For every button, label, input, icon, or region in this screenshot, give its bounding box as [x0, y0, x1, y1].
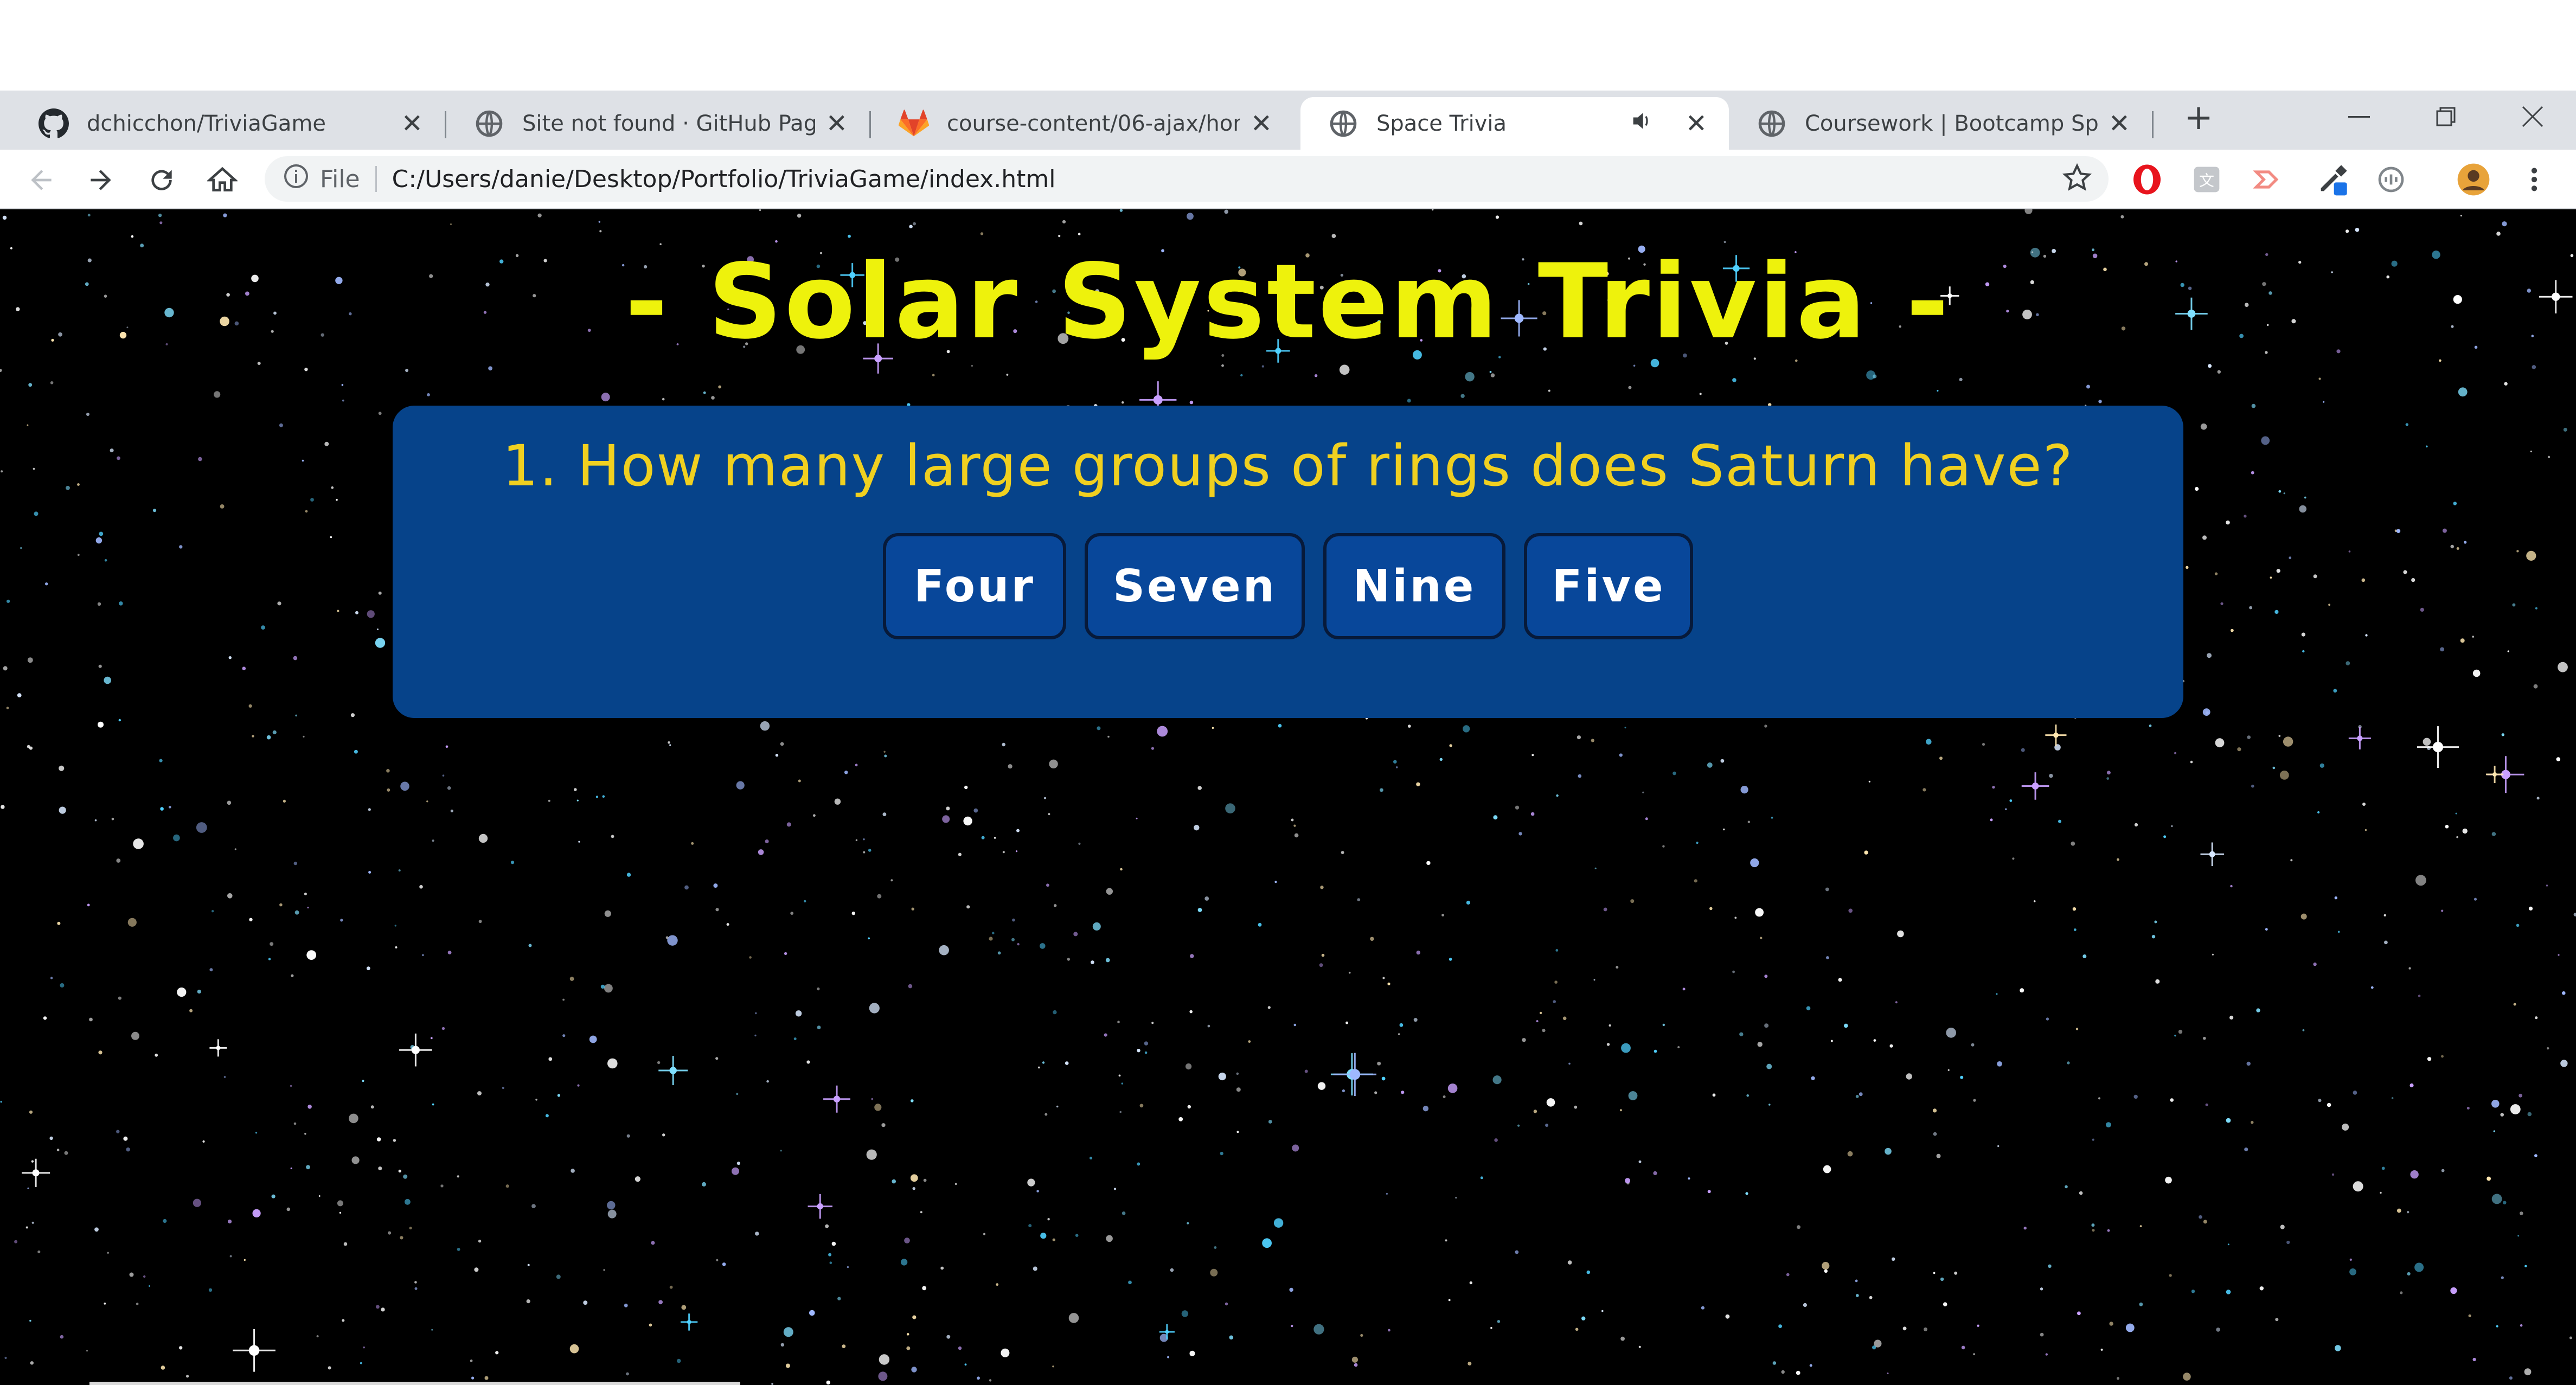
screenshot-margin [0, 0, 2576, 91]
answer-group: Four Seven Nine Five [393, 533, 2183, 642]
translate-extension-icon[interactable]: 文 [2189, 162, 2225, 197]
address-divider [375, 166, 377, 192]
answer-button-five[interactable]: Five [1524, 533, 1693, 639]
scheme-label: File [320, 165, 360, 193]
svg-text:文: 文 [2199, 172, 2214, 190]
github-icon [38, 108, 69, 139]
tab-title: course-content/06-ajax/home [947, 111, 1240, 136]
question-text: 1. How many large groups of rings does S… [502, 433, 2074, 499]
tab-separator [2152, 111, 2154, 138]
home-button[interactable] [201, 158, 244, 202]
question-card: 1. How many large groups of rings does S… [393, 406, 2183, 718]
starfield-background [0, 209, 2576, 1385]
back-button[interactable] [20, 158, 63, 202]
url-text[interactable]: C:/Users/danie/Desktop/Portfolio/TriviaG… [392, 165, 1056, 193]
speaker-icon[interactable] [1631, 111, 1653, 136]
tab-course-content[interactable]: course-content/06-ajax/home ✕ [871, 97, 1294, 150]
close-icon[interactable]: ✕ [1251, 108, 1272, 139]
tab-title: Site not found · GitHub Pages [522, 111, 815, 136]
tab-title: dchicchon/TriviaGame [87, 111, 326, 136]
answer-button-seven[interactable]: Seven [1085, 533, 1305, 639]
answer-button-four[interactable]: Four [883, 533, 1066, 639]
close-icon[interactable]: ✕ [401, 108, 423, 139]
new-tab-button[interactable]: + [2177, 96, 2220, 139]
browser-toolbar: File C:/Users/danie/Desktop/Portfolio/Tr… [0, 150, 2576, 209]
address-bar[interactable]: File C:/Users/danie/Desktop/Portfolio/Tr… [265, 156, 2109, 202]
forward-button[interactable] [79, 158, 123, 202]
reload-button[interactable] [140, 158, 183, 202]
browser-menu-icon[interactable] [2516, 162, 2552, 197]
tab-space-trivia[interactable]: Space Trivia ✕ [1300, 97, 1729, 150]
globe-icon [1328, 108, 1359, 139]
page-viewport: - Solar System Trivia - 1. How many larg… [0, 209, 2576, 1385]
close-window-button[interactable] [2505, 95, 2560, 138]
tab-title: Space Trivia [1376, 111, 1507, 136]
opera-extension-icon[interactable] [2129, 162, 2165, 197]
close-icon[interactable]: ✕ [826, 108, 848, 139]
tab-title: Coursework | Bootcamp Spot [1805, 111, 2098, 136]
horizontal-scrollbar[interactable] [89, 1382, 740, 1385]
cast-extension-icon[interactable] [2248, 162, 2284, 197]
answer-button-nine[interactable]: Nine [1323, 533, 1505, 639]
circle-extension-icon[interactable] [2373, 162, 2409, 197]
bookmark-star-icon[interactable] [2062, 163, 2092, 199]
profile-avatar[interactable] [2456, 162, 2491, 197]
globe-icon [473, 108, 505, 139]
eyedropper-extension-icon[interactable] [2315, 162, 2350, 197]
gitlab-icon [898, 108, 930, 139]
close-icon[interactable]: ✕ [2109, 108, 2130, 139]
page-title: - Solar System Trivia - [625, 242, 1951, 362]
globe-icon [1756, 108, 1787, 139]
tab-trivia-repo[interactable]: dchicchon/TriviaGame ✕ [11, 97, 445, 150]
tab-site-not-found[interactable]: Site not found · GitHub Pages ✕ [446, 97, 869, 150]
close-icon[interactable]: ✕ [1686, 108, 1707, 139]
restore-button[interactable] [2419, 95, 2473, 138]
info-icon[interactable] [283, 163, 309, 195]
minimize-button[interactable] [2332, 95, 2386, 138]
tab-coursework[interactable]: Coursework | Bootcamp Spot ✕ [1729, 97, 2152, 150]
